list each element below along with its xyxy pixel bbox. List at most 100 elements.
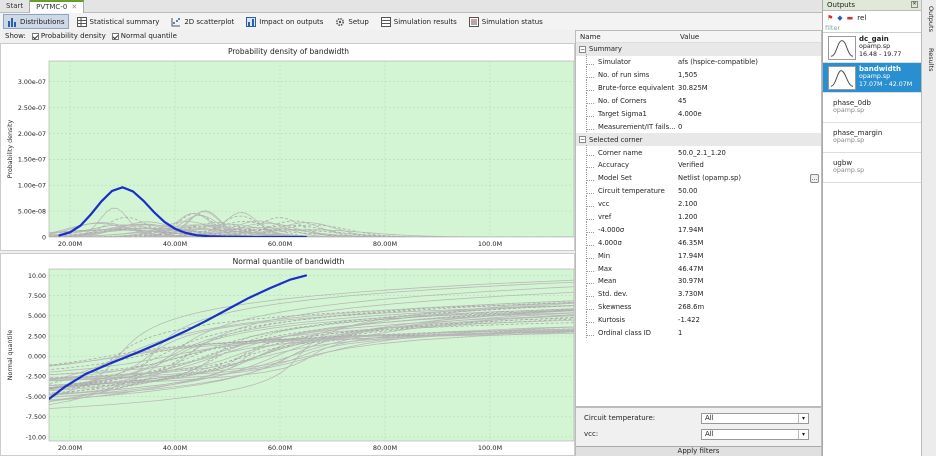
property-value: 1,505	[678, 71, 698, 80]
vcc-filter-label: vcc:	[584, 430, 599, 438]
normal-quantile-checkbox[interactable]: Normal quantile	[111, 32, 177, 40]
statistical-summary-button[interactable]: Statistical summary	[73, 14, 164, 29]
browse-button[interactable]: …	[810, 173, 819, 183]
y-tick-label: 1.50e-07	[18, 157, 46, 164]
property-row[interactable]: Accuracy Verified	[576, 157, 821, 172]
tab-start[interactable]: Start	[0, 0, 31, 13]
property-row[interactable]: Target Sigma1 4.000e	[576, 105, 821, 120]
property-row[interactable]: Corner name 50.0_2.1_1.20	[576, 144, 821, 159]
impact-on-outputs-button[interactable]: Impact on outputs	[242, 14, 327, 29]
property-row[interactable]: Simulator afs (hspice-compatible)	[576, 54, 821, 69]
apply-filters-button[interactable]: Apply filters	[576, 446, 821, 456]
y-tick-label: 2.500	[28, 333, 46, 340]
selected-corner-point	[84, 373, 87, 375]
property-value: 1.200	[678, 213, 698, 222]
show-options-bar: Show: Probability density Normal quantil…	[0, 30, 575, 42]
property-name: Target Sigma1	[576, 105, 676, 119]
summary-section[interactable]: − Summary	[576, 43, 821, 56]
remove-icon[interactable]: ▬	[847, 14, 854, 22]
view-toolbar: Distributions Statistical summary 2D sca…	[0, 13, 822, 30]
selected-corner-point	[205, 319, 208, 322]
scatterplot-button[interactable]: 2D scatterplot	[167, 14, 238, 29]
property-value: 2.100	[678, 200, 698, 209]
selected-corner-point	[163, 221, 166, 223]
distributions-button[interactable]: Distributions	[3, 14, 69, 29]
selected-corner-point	[153, 211, 155, 214]
probability-density-checkbox[interactable]: Probability density	[31, 32, 106, 40]
output-item-phase-margin[interactable]: phase_margin opamp.sp	[823, 123, 921, 153]
selected-corner-point	[79, 224, 82, 227]
property-row[interactable]: Std. dev. 3.730M	[576, 286, 821, 301]
property-row[interactable]: vref 1.200	[576, 209, 821, 224]
close-icon[interactable]: ✕	[911, 1, 918, 8]
property-row[interactable]: Skewness 268.6m	[576, 299, 821, 314]
collapse-icon[interactable]: −	[579, 45, 586, 53]
output-name: phase_margin	[833, 129, 883, 137]
property-row[interactable]: No. of Corners 45	[576, 93, 821, 108]
rail-tab-outputs[interactable]: Outputs	[924, 6, 935, 32]
property-row[interactable]: No. of run sims 1,505	[576, 67, 821, 82]
temperature-filter-value: All	[705, 414, 714, 422]
property-row[interactable]: vcc 2.100	[576, 196, 821, 211]
editor-tab-bar: Start PVTMC-0 ✕	[0, 0, 822, 13]
selected-corner-point	[163, 339, 166, 342]
sort-icon[interactable]: ◆	[837, 14, 842, 22]
y-tick-label: 7.500	[28, 293, 46, 300]
property-row[interactable]: Min 17.94M	[576, 247, 821, 262]
selected-corner-point	[184, 330, 187, 333]
property-row[interactable]: Mean 30.97M	[576, 273, 821, 288]
selected-corner-point	[289, 278, 292, 281]
name-column-header[interactable]: Name	[576, 31, 676, 42]
rel-toggle[interactable]: rel	[857, 14, 866, 22]
property-row[interactable]: Ordinal class ID 1	[576, 325, 821, 340]
property-value: Netlist (opamp.sp)	[678, 174, 741, 183]
outputs-filter-input[interactable]: filter	[823, 24, 921, 33]
property-row[interactable]: Kurtosis -1.422	[576, 312, 821, 327]
property-name: Accuracy	[576, 157, 676, 171]
property-row[interactable]: Max 46.47M	[576, 260, 821, 275]
selected-corner-point	[90, 213, 92, 216]
property-value: afs (hspice-compatible)	[678, 58, 758, 67]
value-column-header[interactable]: Value	[676, 31, 703, 42]
probability-density-label: Probability density	[40, 32, 106, 40]
property-row[interactable]: Brute-force equivalent 30.825M	[576, 80, 821, 95]
impact-icon	[246, 16, 257, 27]
property-name: -4.000σ	[576, 221, 676, 235]
rail-tab-results[interactable]: Results	[924, 48, 935, 71]
temperature-filter-select[interactable]: All ▾	[701, 413, 809, 424]
y-tick-label: -2.500	[26, 374, 46, 381]
vcc-filter-select[interactable]: All ▾	[701, 429, 809, 440]
quantile-chart[interactable]: 20.00M 40.00M 60.00M 80.00M 100.0M -10.00 -7.5…	[1, 254, 574, 455]
simulation-status-button[interactable]: Simulation status	[465, 14, 547, 29]
pdf-chart[interactable]: 20.00M 40.00M 60.00M 80.00M 100.0M 0 5.00e-08 1…	[1, 44, 574, 250]
output-item-phase-0db[interactable]: phase_0db opamp.sp	[823, 93, 921, 123]
property-value: 30.825M	[678, 84, 708, 93]
property-value: 46.47M	[678, 264, 704, 273]
distributions-label: Distributions	[20, 17, 65, 26]
property-row[interactable]: Model Set Netlist (opamp.sp)…	[576, 170, 821, 185]
output-file: opamp.sp	[859, 73, 891, 80]
property-value: 30.97M	[678, 277, 704, 286]
close-icon[interactable]: ✕	[71, 3, 77, 11]
property-row[interactable]: Circuit temperature 50.00	[576, 183, 821, 198]
collapse-icon[interactable]: −	[579, 136, 586, 144]
property-name: Brute-force equivalent	[576, 80, 676, 94]
tab-pvtmc[interactable]: PVTMC-0 ✕	[30, 0, 85, 13]
selected-corner-point	[247, 297, 250, 299]
property-row[interactable]: Measurement/IT fails... 0	[576, 118, 821, 133]
simulation-results-button[interactable]: Simulation results	[377, 14, 461, 29]
selected-corner-point	[132, 190, 134, 193]
flag-icon[interactable]: ⚑	[827, 14, 833, 22]
selected-corner-section[interactable]: − Selected corner	[576, 133, 821, 147]
x-tick-label: 100.0M	[478, 240, 502, 248]
setup-button[interactable]: Setup	[331, 14, 372, 29]
output-item-bandwidth[interactable]: bandwidth opamp.sp 17.07M - 42.07M	[823, 63, 921, 93]
output-item-dc-gain[interactable]: dc_gain opamp.sp 16.48 - 19.77	[823, 33, 921, 63]
output-item-ugbw[interactable]: ugbw opamp.sp	[823, 153, 921, 183]
x-tick-label: 40.00M	[163, 444, 187, 452]
property-row[interactable]: 4.000σ 46.35M	[576, 234, 821, 249]
property-value: 45	[678, 97, 687, 105]
selected-corner-point	[100, 200, 103, 203]
property-row[interactable]: -4.000σ 17.94M	[576, 221, 821, 236]
outputs-panel: Outputs ✕ ⚑ ◆ ▬ rel filter dc_gain opamp.…	[822, 0, 921, 456]
